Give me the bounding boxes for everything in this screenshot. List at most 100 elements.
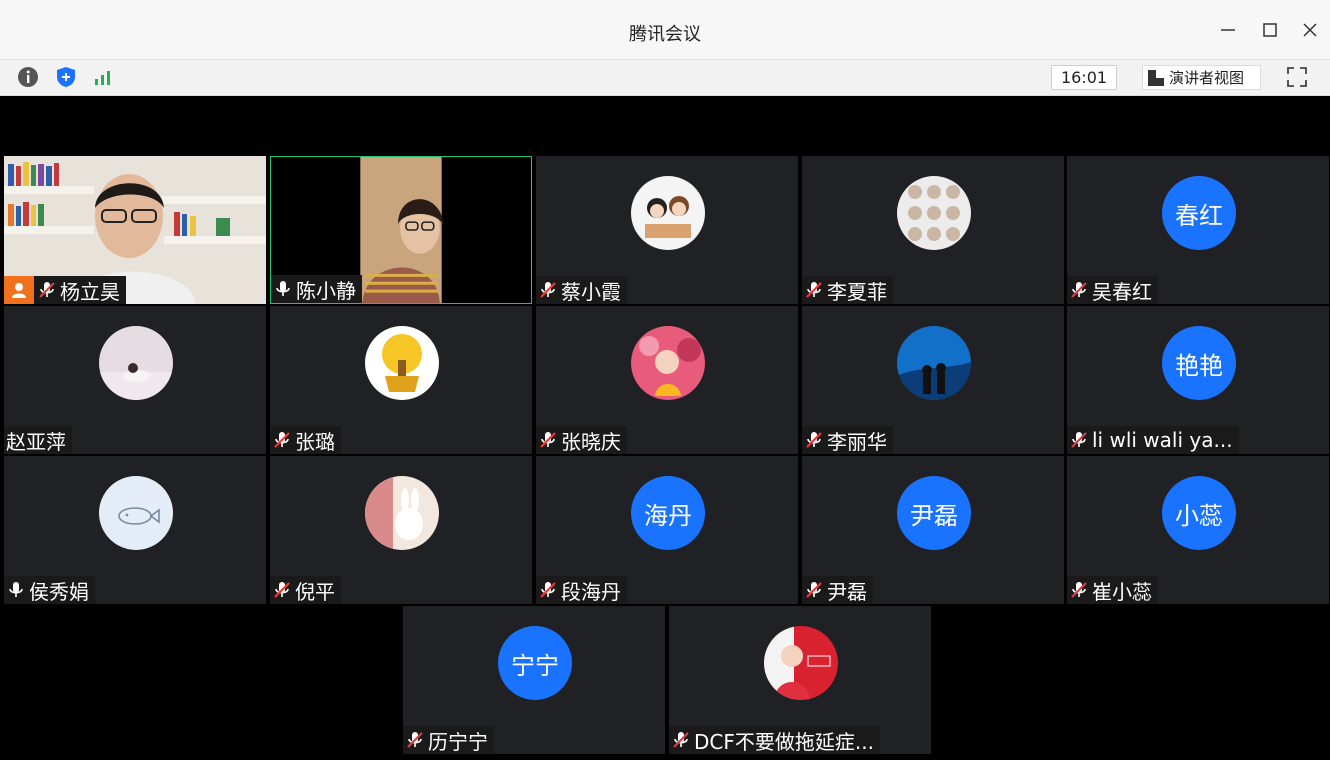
participant-tile[interactable]: 张晓庆 bbox=[536, 306, 798, 454]
window-title: 腾讯会议 bbox=[629, 24, 701, 45]
maximize-icon bbox=[1263, 23, 1277, 37]
participant-avatar bbox=[764, 626, 838, 700]
participant-name: DCF不要做拖延症... bbox=[694, 729, 874, 754]
participant-avatar bbox=[365, 326, 439, 400]
meeting-clock: 16:01 bbox=[1051, 65, 1117, 90]
participant-name: 倪平 bbox=[295, 579, 335, 604]
security-shield-icon[interactable] bbox=[54, 65, 78, 89]
participant-name-label: 陈小静 bbox=[271, 275, 362, 303]
mic-icon bbox=[6, 580, 26, 600]
participant-name-label: 倪平 bbox=[270, 576, 341, 604]
maximize-button[interactable] bbox=[1252, 12, 1288, 48]
participant-tile[interactable]: 小蕊崔小蕊 bbox=[1067, 456, 1329, 604]
mic-muted-icon bbox=[1069, 430, 1089, 450]
participant-name-label: 杨立昊 bbox=[4, 276, 126, 304]
participant-name-label: 赵亚萍 bbox=[4, 426, 72, 454]
mic-muted-icon bbox=[804, 430, 824, 450]
presenter-view-button[interactable]: 演讲者视图 bbox=[1142, 65, 1261, 90]
presenter-layout-icon bbox=[1148, 69, 1164, 86]
participant-name-label: 张璐 bbox=[270, 426, 341, 454]
participant-name: 张璐 bbox=[295, 429, 335, 454]
participant-tile[interactable]: 李丽华 bbox=[802, 306, 1064, 454]
participant-name: 段海丹 bbox=[561, 579, 621, 604]
participant-name-label: li wli wali ya... bbox=[1067, 426, 1239, 454]
mic-muted-icon bbox=[671, 730, 691, 750]
participant-avatar: 宁宁 bbox=[498, 626, 572, 700]
close-icon bbox=[1303, 23, 1317, 37]
mic-muted-icon bbox=[405, 730, 425, 750]
participant-avatar bbox=[897, 176, 971, 250]
fullscreen-icon bbox=[1287, 67, 1307, 87]
participant-name-label: 吴春红 bbox=[1067, 276, 1158, 304]
mic-muted-icon bbox=[272, 580, 292, 600]
mic-muted-icon bbox=[804, 580, 824, 600]
participant-avatar bbox=[99, 476, 173, 550]
participant-name: 杨立昊 bbox=[60, 279, 120, 304]
participant-tile[interactable]: 海丹段海丹 bbox=[536, 456, 798, 604]
participant-name-label: 李丽华 bbox=[802, 426, 893, 454]
mic-muted-icon bbox=[37, 280, 57, 300]
participant-avatar: 尹磊 bbox=[897, 476, 971, 550]
participant-tile[interactable]: 蔡小霞 bbox=[536, 156, 798, 304]
participant-name: 蔡小霞 bbox=[561, 279, 621, 304]
participant-tile[interactable]: 李夏菲 bbox=[802, 156, 1064, 304]
participant-name-label: 李夏菲 bbox=[802, 276, 893, 304]
participant-name-label: DCF不要做拖延症... bbox=[669, 726, 880, 754]
participant-name-label: 段海丹 bbox=[536, 576, 627, 604]
participant-name: 侯秀娟 bbox=[29, 579, 89, 604]
close-button[interactable] bbox=[1292, 12, 1328, 48]
participant-name-label: 蔡小霞 bbox=[536, 276, 627, 304]
participant-tile[interactable]: 春红吴春红 bbox=[1067, 156, 1329, 304]
participant-name-label: 侯秀娟 bbox=[4, 576, 95, 604]
participant-tile[interactable]: DCF不要做拖延症... bbox=[669, 606, 931, 754]
participant-name: 崔小蕊 bbox=[1092, 579, 1152, 604]
participant-name: 张晓庆 bbox=[561, 429, 621, 454]
participant-tile[interactable]: 张璐 bbox=[270, 306, 532, 454]
participant-name: 李丽华 bbox=[827, 429, 887, 454]
participant-avatar: 小蕊 bbox=[1162, 476, 1236, 550]
participant-avatar bbox=[631, 326, 705, 400]
meeting-info-icon[interactable] bbox=[16, 65, 40, 89]
minimize-icon bbox=[1221, 29, 1235, 31]
meeting-toolbar: 16:01 演讲者视图 bbox=[0, 60, 1330, 96]
participant-name-label: 张晓庆 bbox=[536, 426, 627, 454]
participant-avatar bbox=[897, 326, 971, 400]
participant-avatar: 艳艳 bbox=[1162, 326, 1236, 400]
participant-tile[interactable]: 杨立昊 bbox=[4, 156, 266, 304]
mic-muted-icon bbox=[272, 430, 292, 450]
participant-tile[interactable]: 赵亚萍 bbox=[4, 306, 266, 454]
fullscreen-button[interactable] bbox=[1285, 65, 1309, 89]
participant-avatar bbox=[365, 476, 439, 550]
participant-name: li wli wali ya... bbox=[1092, 428, 1233, 452]
title-bar: 腾讯会议 bbox=[0, 0, 1330, 60]
participant-tile[interactable]: 宁宁历宁宁 bbox=[403, 606, 665, 754]
participant-name: 陈小静 bbox=[296, 278, 356, 303]
minimize-button[interactable] bbox=[1210, 12, 1246, 48]
participant-name: 吴春红 bbox=[1092, 279, 1152, 304]
participant-name: 尹磊 bbox=[827, 579, 867, 604]
presenter-view-label: 演讲者视图 bbox=[1169, 69, 1245, 87]
participant-name-label: 历宁宁 bbox=[403, 726, 494, 754]
mic-muted-icon bbox=[804, 280, 824, 300]
participant-avatar bbox=[631, 176, 705, 250]
participant-avatar: 海丹 bbox=[631, 476, 705, 550]
participant-tile[interactable]: 倪平 bbox=[270, 456, 532, 604]
video-grid: 杨立昊 陈小静 蔡小霞 李夏菲 春红吴春红赵亚萍 张璐 张晓庆 李丽华 艳艳 li wli wal… bbox=[0, 96, 1330, 760]
participant-tile[interactable]: 侯秀娟 bbox=[4, 456, 266, 604]
signal-strength-icon[interactable] bbox=[91, 65, 115, 89]
mic-muted-icon bbox=[538, 280, 558, 300]
participant-name: 历宁宁 bbox=[428, 729, 488, 754]
mic-muted-icon bbox=[1069, 280, 1089, 300]
participant-tile[interactable]: 艳艳 li wli wali ya... bbox=[1067, 306, 1329, 454]
participant-avatar bbox=[99, 326, 173, 400]
participant-name-label: 尹磊 bbox=[802, 576, 873, 604]
participant-avatar: 春红 bbox=[1162, 176, 1236, 250]
participant-name-label: 崔小蕊 bbox=[1067, 576, 1158, 604]
participant-name: 赵亚萍 bbox=[6, 429, 66, 454]
participant-tile[interactable]: 陈小静 bbox=[270, 156, 532, 304]
host-icon bbox=[4, 276, 34, 304]
mic-icon bbox=[273, 279, 293, 299]
mic-muted-icon bbox=[538, 430, 558, 450]
mic-muted-icon bbox=[1069, 580, 1089, 600]
participant-tile[interactable]: 尹磊 尹磊 bbox=[802, 456, 1064, 604]
